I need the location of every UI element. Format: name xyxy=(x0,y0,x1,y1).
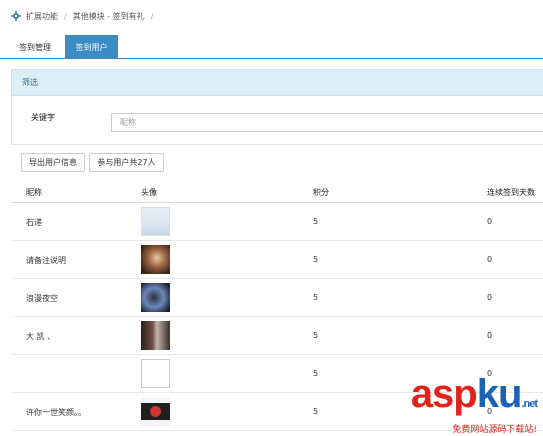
tab-signin-users[interactable]: 签到用户 xyxy=(65,35,118,59)
streak-days-cell: 0 xyxy=(487,217,493,226)
nickname-cell: 请备注说明 xyxy=(26,256,66,265)
column-header-points: 积分 xyxy=(313,188,329,197)
points-cell: 5 xyxy=(313,217,319,226)
filter-panel-header: 筛选 xyxy=(11,69,543,96)
breadcrumb-separator: / xyxy=(64,11,67,21)
points-cell: 5 xyxy=(313,369,319,378)
table-row: 石递 5 0 xyxy=(11,203,543,241)
streak-days-cell: 0 xyxy=(487,255,493,264)
table-row: 请备注说明 5 0 xyxy=(11,241,543,279)
table-row: 浪漫夜空 5 0 xyxy=(11,279,543,317)
watermark-logo: aspku.net xyxy=(410,372,538,416)
streak-days-cell: 0 xyxy=(487,331,493,340)
nickname-cell: 浪漫夜空 xyxy=(26,294,58,303)
tab-bar: 签到管理 签到用户 xyxy=(0,35,543,59)
breadcrumb-separator: / xyxy=(150,11,154,21)
keyword-input[interactable] xyxy=(111,113,543,132)
breadcrumb-item-extensions[interactable]: 扩展功能 xyxy=(26,11,58,22)
nickname-cell: 许你一世笑颜。。 xyxy=(26,408,86,417)
table-header: 昵称 头像 积分 连续签到天数 xyxy=(11,180,543,203)
avatar xyxy=(141,321,170,350)
column-header-nickname: 昵称 xyxy=(26,188,42,197)
keyword-label: 关键字 xyxy=(31,113,55,122)
export-users-button[interactable]: 导出用户信息 xyxy=(21,153,85,172)
avatar xyxy=(141,207,170,236)
avatar xyxy=(141,359,170,388)
gear-icon xyxy=(11,11,21,21)
table-row: 大 凯 、 5 0 xyxy=(11,317,543,355)
breadcrumb: 扩展功能 / 其他模块 - 签到有礼 / xyxy=(0,0,543,32)
column-header-avatar: 头像 xyxy=(141,188,157,197)
avatar xyxy=(141,283,170,312)
participants-count-button[interactable]: 参与用户共27人 xyxy=(89,153,164,172)
nickname-cell: 大 凯 、 xyxy=(26,332,56,341)
points-cell: 5 xyxy=(313,293,319,302)
site-watermark: aspku.net 免费网站源码下载站! xyxy=(362,372,538,435)
column-header-streak-days: 连续签到天数 xyxy=(487,188,535,197)
nickname-cell: 石递 xyxy=(26,218,42,227)
tab-signin-management[interactable]: 签到管理 xyxy=(11,35,59,59)
streak-days-cell: 0 xyxy=(487,293,493,302)
points-cell: 5 xyxy=(313,407,319,416)
breadcrumb-item-signin-gift[interactable]: 其他模块 - 签到有礼 xyxy=(73,11,145,22)
points-cell: 5 xyxy=(313,331,319,340)
points-cell: 5 xyxy=(313,255,319,264)
avatar xyxy=(141,397,170,426)
avatar xyxy=(141,245,170,274)
